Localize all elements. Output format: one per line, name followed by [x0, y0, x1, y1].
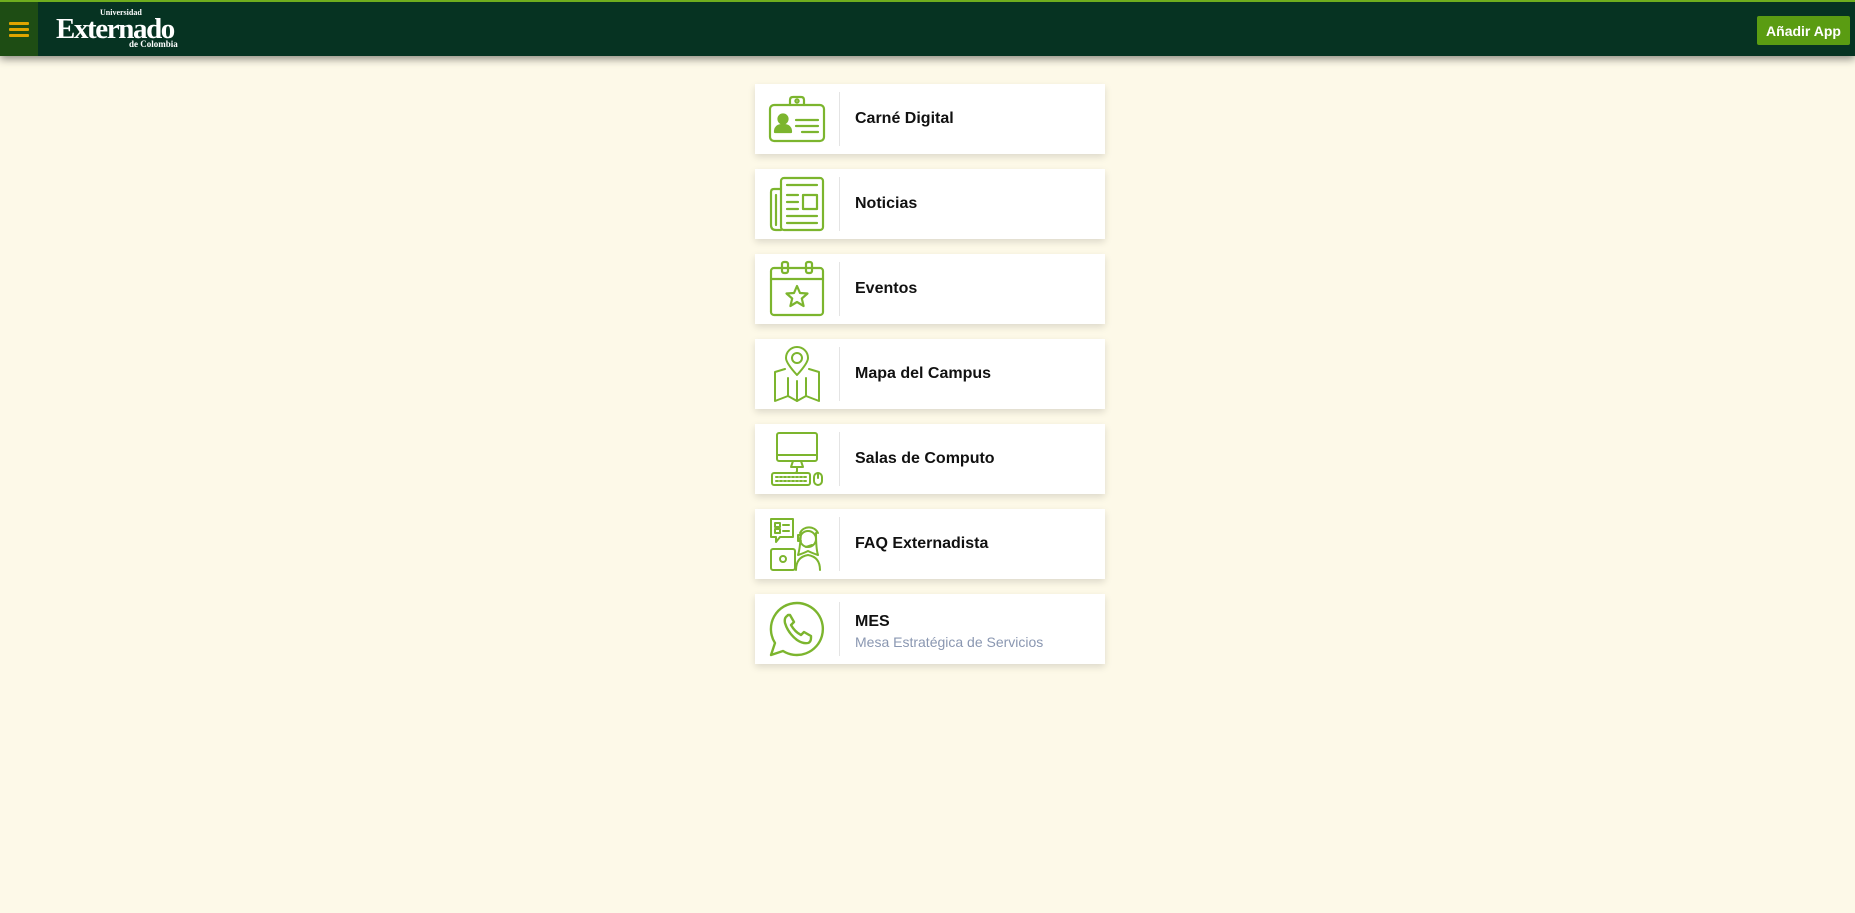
card-divider — [839, 177, 840, 231]
card-carne-digital[interactable]: Carné Digital — [755, 84, 1105, 154]
id-card-icon — [755, 84, 839, 154]
card-label: Noticias — [855, 195, 918, 212]
card-salas-de-computo[interactable]: Salas de Computo — [755, 424, 1105, 494]
card-label: MES — [855, 613, 890, 630]
card-subtitle: Mesa Estratégica de Servicios — [855, 634, 1044, 650]
university-logo[interactable]: Universidad Externado de Colombia — [56, 8, 192, 52]
add-app-button[interactable]: Añadir App — [1757, 16, 1850, 45]
card-label: Mapa del Campus — [855, 365, 992, 382]
newspaper-icon — [755, 169, 839, 239]
services-list: Carné Digital Noticias Eventos Mapa del … — [755, 84, 1105, 679]
card-faq-externadista[interactable]: FAQ Externadista — [755, 509, 1105, 579]
whatsapp-icon — [755, 594, 839, 664]
card-noticias[interactable]: Noticias — [755, 169, 1105, 239]
card-label: Carné Digital — [855, 110, 954, 127]
computer-keyboard-icon — [755, 424, 839, 494]
card-divider — [839, 92, 840, 146]
logo-line-de-colombia: de Colombia — [129, 39, 178, 49]
card-mapa-del-campus[interactable]: Mapa del Campus — [755, 339, 1105, 409]
card-divider — [839, 602, 840, 656]
map-pin-icon — [755, 339, 839, 409]
calendar-star-icon — [755, 254, 839, 324]
menu-button[interactable] — [0, 2, 38, 56]
card-divider — [839, 262, 840, 316]
card-divider — [839, 517, 840, 571]
hamburger-menu-icon — [9, 22, 29, 37]
card-label: Salas de Computo — [855, 450, 995, 467]
top-navbar: Universidad Externado de Colombia Añadir… — [0, 0, 1855, 56]
card-divider — [839, 347, 840, 401]
card-divider — [839, 432, 840, 486]
support-agent-icon — [755, 509, 839, 579]
card-eventos[interactable]: Eventos — [755, 254, 1105, 324]
card-label: FAQ Externadista — [855, 535, 989, 552]
card-label: Eventos — [855, 280, 918, 297]
card-mes[interactable]: MES Mesa Estratégica de Servicios — [755, 594, 1105, 664]
